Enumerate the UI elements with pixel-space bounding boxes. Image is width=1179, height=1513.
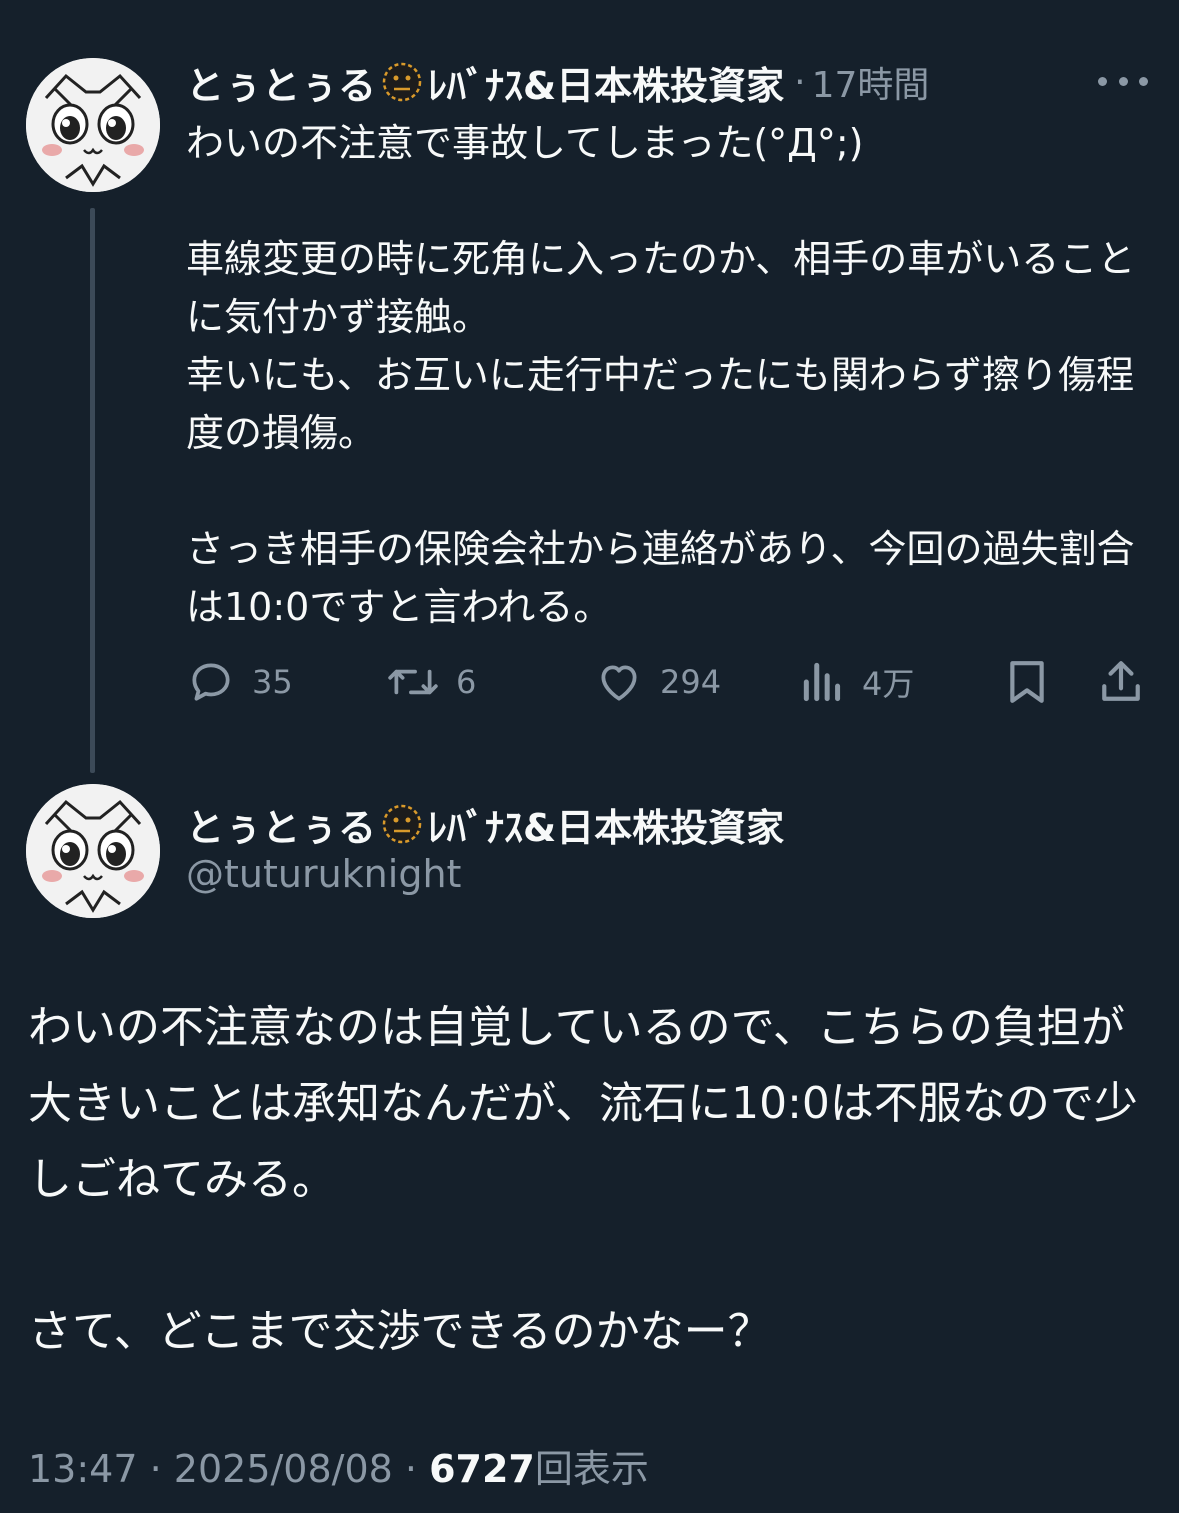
neutral-face-emoji-icon: [382, 62, 422, 102]
retweet-count: 6: [456, 663, 477, 701]
views-count: 4万: [862, 665, 915, 703]
tweet-meta: 13:47 · 2025/08/08 · 6727回表示: [28, 1438, 649, 1493]
views-button[interactable]: 4万: [800, 654, 914, 710]
more-options-icon[interactable]: [1098, 64, 1148, 98]
tweet-timestamp[interactable]: 17時間: [812, 56, 930, 108]
avatar[interactable]: [26, 58, 160, 192]
display-name-suffix[interactable]: ﾚﾊﾞﾅｽ&日本株投資家: [428, 56, 784, 108]
separator-dot: ·: [794, 61, 806, 103]
like-count: 294: [660, 663, 722, 701]
share-button[interactable]: [1098, 654, 1144, 710]
heart-icon: [601, 665, 637, 701]
retweet-icon: [388, 669, 438, 695]
user-handle[interactable]: @tuturuknight: [186, 852, 461, 896]
tweet-time[interactable]: 13:47: [28, 1447, 138, 1491]
display-name[interactable]: とぅとぅる: [186, 56, 376, 108]
avatar[interactable]: [26, 784, 160, 918]
reply-tweet-header: とぅとぅる ﾚﾊﾞﾅｽ&日本株投資家 · 17時間: [186, 56, 1066, 108]
tweet-actions: 35 6 294 4万: [186, 654, 1146, 710]
reply-button[interactable]: 35: [186, 654, 293, 710]
tweet-date[interactable]: 2025/08/08: [174, 1447, 393, 1491]
reply-icon: [192, 663, 230, 701]
reply-count: 35: [252, 663, 293, 701]
bar-chart-icon: [803, 662, 841, 702]
like-button[interactable]: 294: [594, 654, 721, 710]
share-icon: [1102, 661, 1140, 701]
display-name-suffix[interactable]: ﾚﾊﾞﾅｽ&日本株投資家: [428, 797, 784, 852]
bookmark-icon: [1010, 661, 1044, 703]
retweet-button[interactable]: 6: [386, 654, 476, 710]
tweet-text: わいの不注意で事故してしまった(°Д°;) 車線変更の時に死角に入ったのか、相手…: [186, 121, 1136, 629]
thread-line: [90, 208, 95, 773]
views-label: 回表示: [534, 1447, 649, 1491]
main-tweet-header: とぅとぅる ﾚﾊﾞﾅｽ&日本株投資家: [186, 798, 784, 850]
tweet-text: わいの不注意なのは自覚しているので、こちらの負担が大きいことは承知なんだが、流石…: [28, 1002, 1138, 1357]
neutral-face-emoji-icon: [382, 804, 422, 844]
separator-dot: ·: [149, 1447, 162, 1491]
avatar-face-icon: [26, 784, 160, 918]
separator-dot: ·: [404, 1447, 418, 1491]
views-count: 6727: [429, 1447, 535, 1491]
bookmark-button[interactable]: [1004, 654, 1050, 710]
avatar-face-icon: [26, 58, 160, 192]
display-name[interactable]: とぅとぅる: [186, 797, 376, 852]
